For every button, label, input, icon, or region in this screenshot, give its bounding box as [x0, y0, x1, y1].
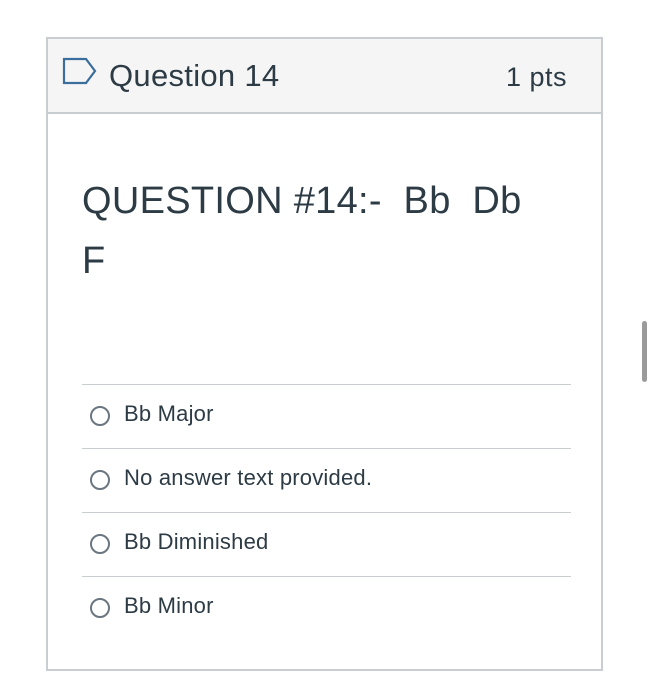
question-points: 1 pts	[505, 62, 567, 92]
question-header: Question 14 1 pts	[48, 39, 601, 114]
flag-question-icon[interactable]	[62, 57, 98, 85]
answer-label: No answer text provided.	[124, 465, 373, 490]
radio-button[interactable]	[90, 598, 110, 618]
scrollbar-thumb[interactable]	[642, 321, 647, 382]
radio-button[interactable]	[90, 534, 110, 554]
radio-button[interactable]	[90, 406, 110, 426]
radio-button[interactable]	[90, 470, 110, 490]
answer-label: Bb Minor	[124, 593, 214, 618]
answer-list: Bb Major No answer text provided. Bb Dim…	[82, 384, 571, 640]
answer-option[interactable]: No answer text provided.	[82, 448, 571, 512]
question-card: Question 14 1 pts QUESTION #14:- Bb Db F…	[46, 37, 603, 671]
question-text: QUESTION #14:- Bb Db F	[82, 180, 544, 282]
question-title: Question 14	[109, 58, 280, 93]
answer-option[interactable]: Bb Major	[82, 384, 571, 448]
answer-option[interactable]: Bb Minor	[82, 576, 571, 640]
answer-label: Bb Major	[124, 401, 214, 426]
answer-option[interactable]: Bb Diminished	[82, 512, 571, 576]
answer-label: Bb Diminished	[124, 529, 269, 554]
